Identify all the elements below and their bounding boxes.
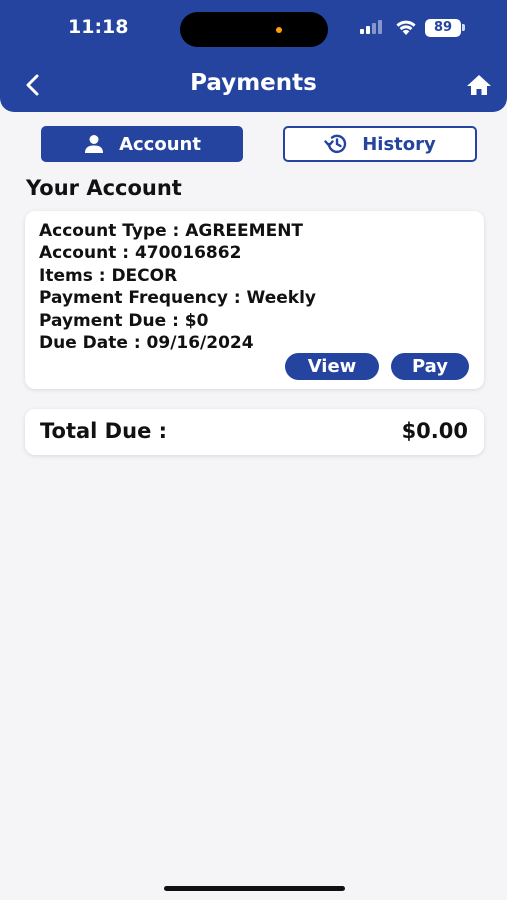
total-due-value: $0.00 (401, 419, 468, 443)
tab-account[interactable]: Account (41, 126, 243, 162)
account-details: Account Type : AGREEMENT Account : 47001… (39, 220, 316, 354)
dynamic-island (180, 12, 328, 47)
home-button[interactable] (466, 73, 492, 97)
pay-button[interactable]: Pay (391, 353, 469, 380)
total-due-label: Total Due : (40, 419, 168, 443)
account-card: Account Type : AGREEMENT Account : 47001… (25, 211, 484, 389)
app-header: 11:18 89 Payments (0, 0, 507, 112)
signal-icon (360, 20, 382, 34)
page-title: Payments (190, 70, 317, 96)
person-icon (85, 135, 104, 153)
home-indicator[interactable] (164, 886, 345, 891)
battery-indicator: 89 (425, 19, 461, 37)
payment-due: Payment Due : $0 (39, 310, 209, 331)
tab-history-label: History (362, 133, 436, 155)
account-type: Account Type : AGREEMENT (39, 221, 304, 241)
status-time: 11:18 (68, 16, 129, 38)
due-date: Due Date : 09/16/2024 (39, 332, 254, 353)
history-icon (324, 134, 347, 153)
battery-tip (462, 24, 465, 31)
camera-indicator-dot (276, 27, 282, 33)
total-due-card: Total Due : $0.00 (25, 409, 484, 455)
payment-frequency: Payment Frequency : Weekly (39, 288, 316, 309)
account-number: Account : 470016862 (39, 243, 242, 264)
section-title: Your Account (26, 176, 182, 200)
wifi-icon (396, 20, 416, 35)
account-items: Items : DECOR (39, 265, 178, 286)
tab-account-label: Account (119, 133, 201, 155)
tab-history[interactable]: History (283, 126, 477, 162)
view-button[interactable]: View (285, 353, 379, 380)
